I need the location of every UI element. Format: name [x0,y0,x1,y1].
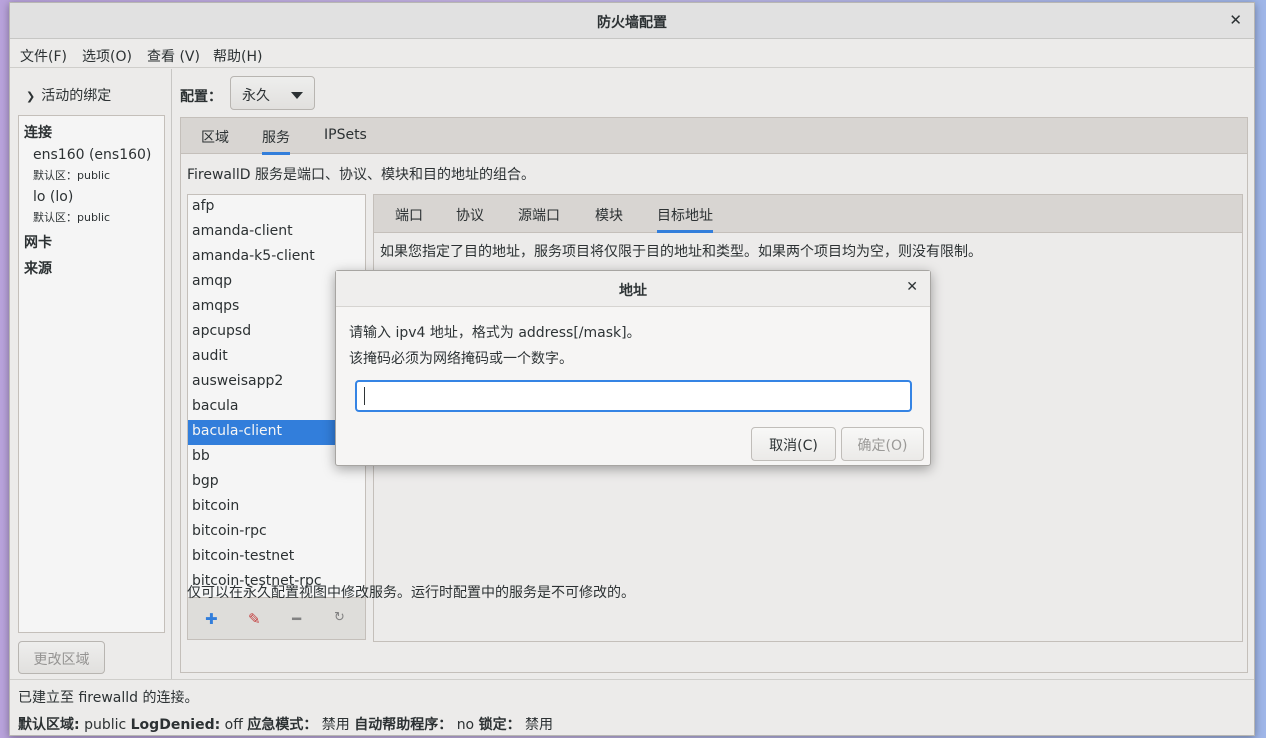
cancel-button[interactable]: 取消(C) [751,427,836,461]
close-icon[interactable]: ✕ [906,279,918,295]
text-caret [364,387,365,405]
dialog-mask-note: 该掩码必须为网络掩码或一个数字。 [349,351,573,367]
dialog-title: 地址 [619,283,647,299]
dialog-prompt: 请输入 ipv4 地址，格式为 address[/mask]。 [349,325,641,341]
address-dialog: 地址 ✕ 请输入 ipv4 地址，格式为 address[/mask]。 该掩码… [335,270,931,466]
address-input[interactable] [355,380,912,412]
dialog-titlebar: 地址 ✕ [336,271,930,307]
ok-button[interactable]: 确定(O) [841,427,924,461]
